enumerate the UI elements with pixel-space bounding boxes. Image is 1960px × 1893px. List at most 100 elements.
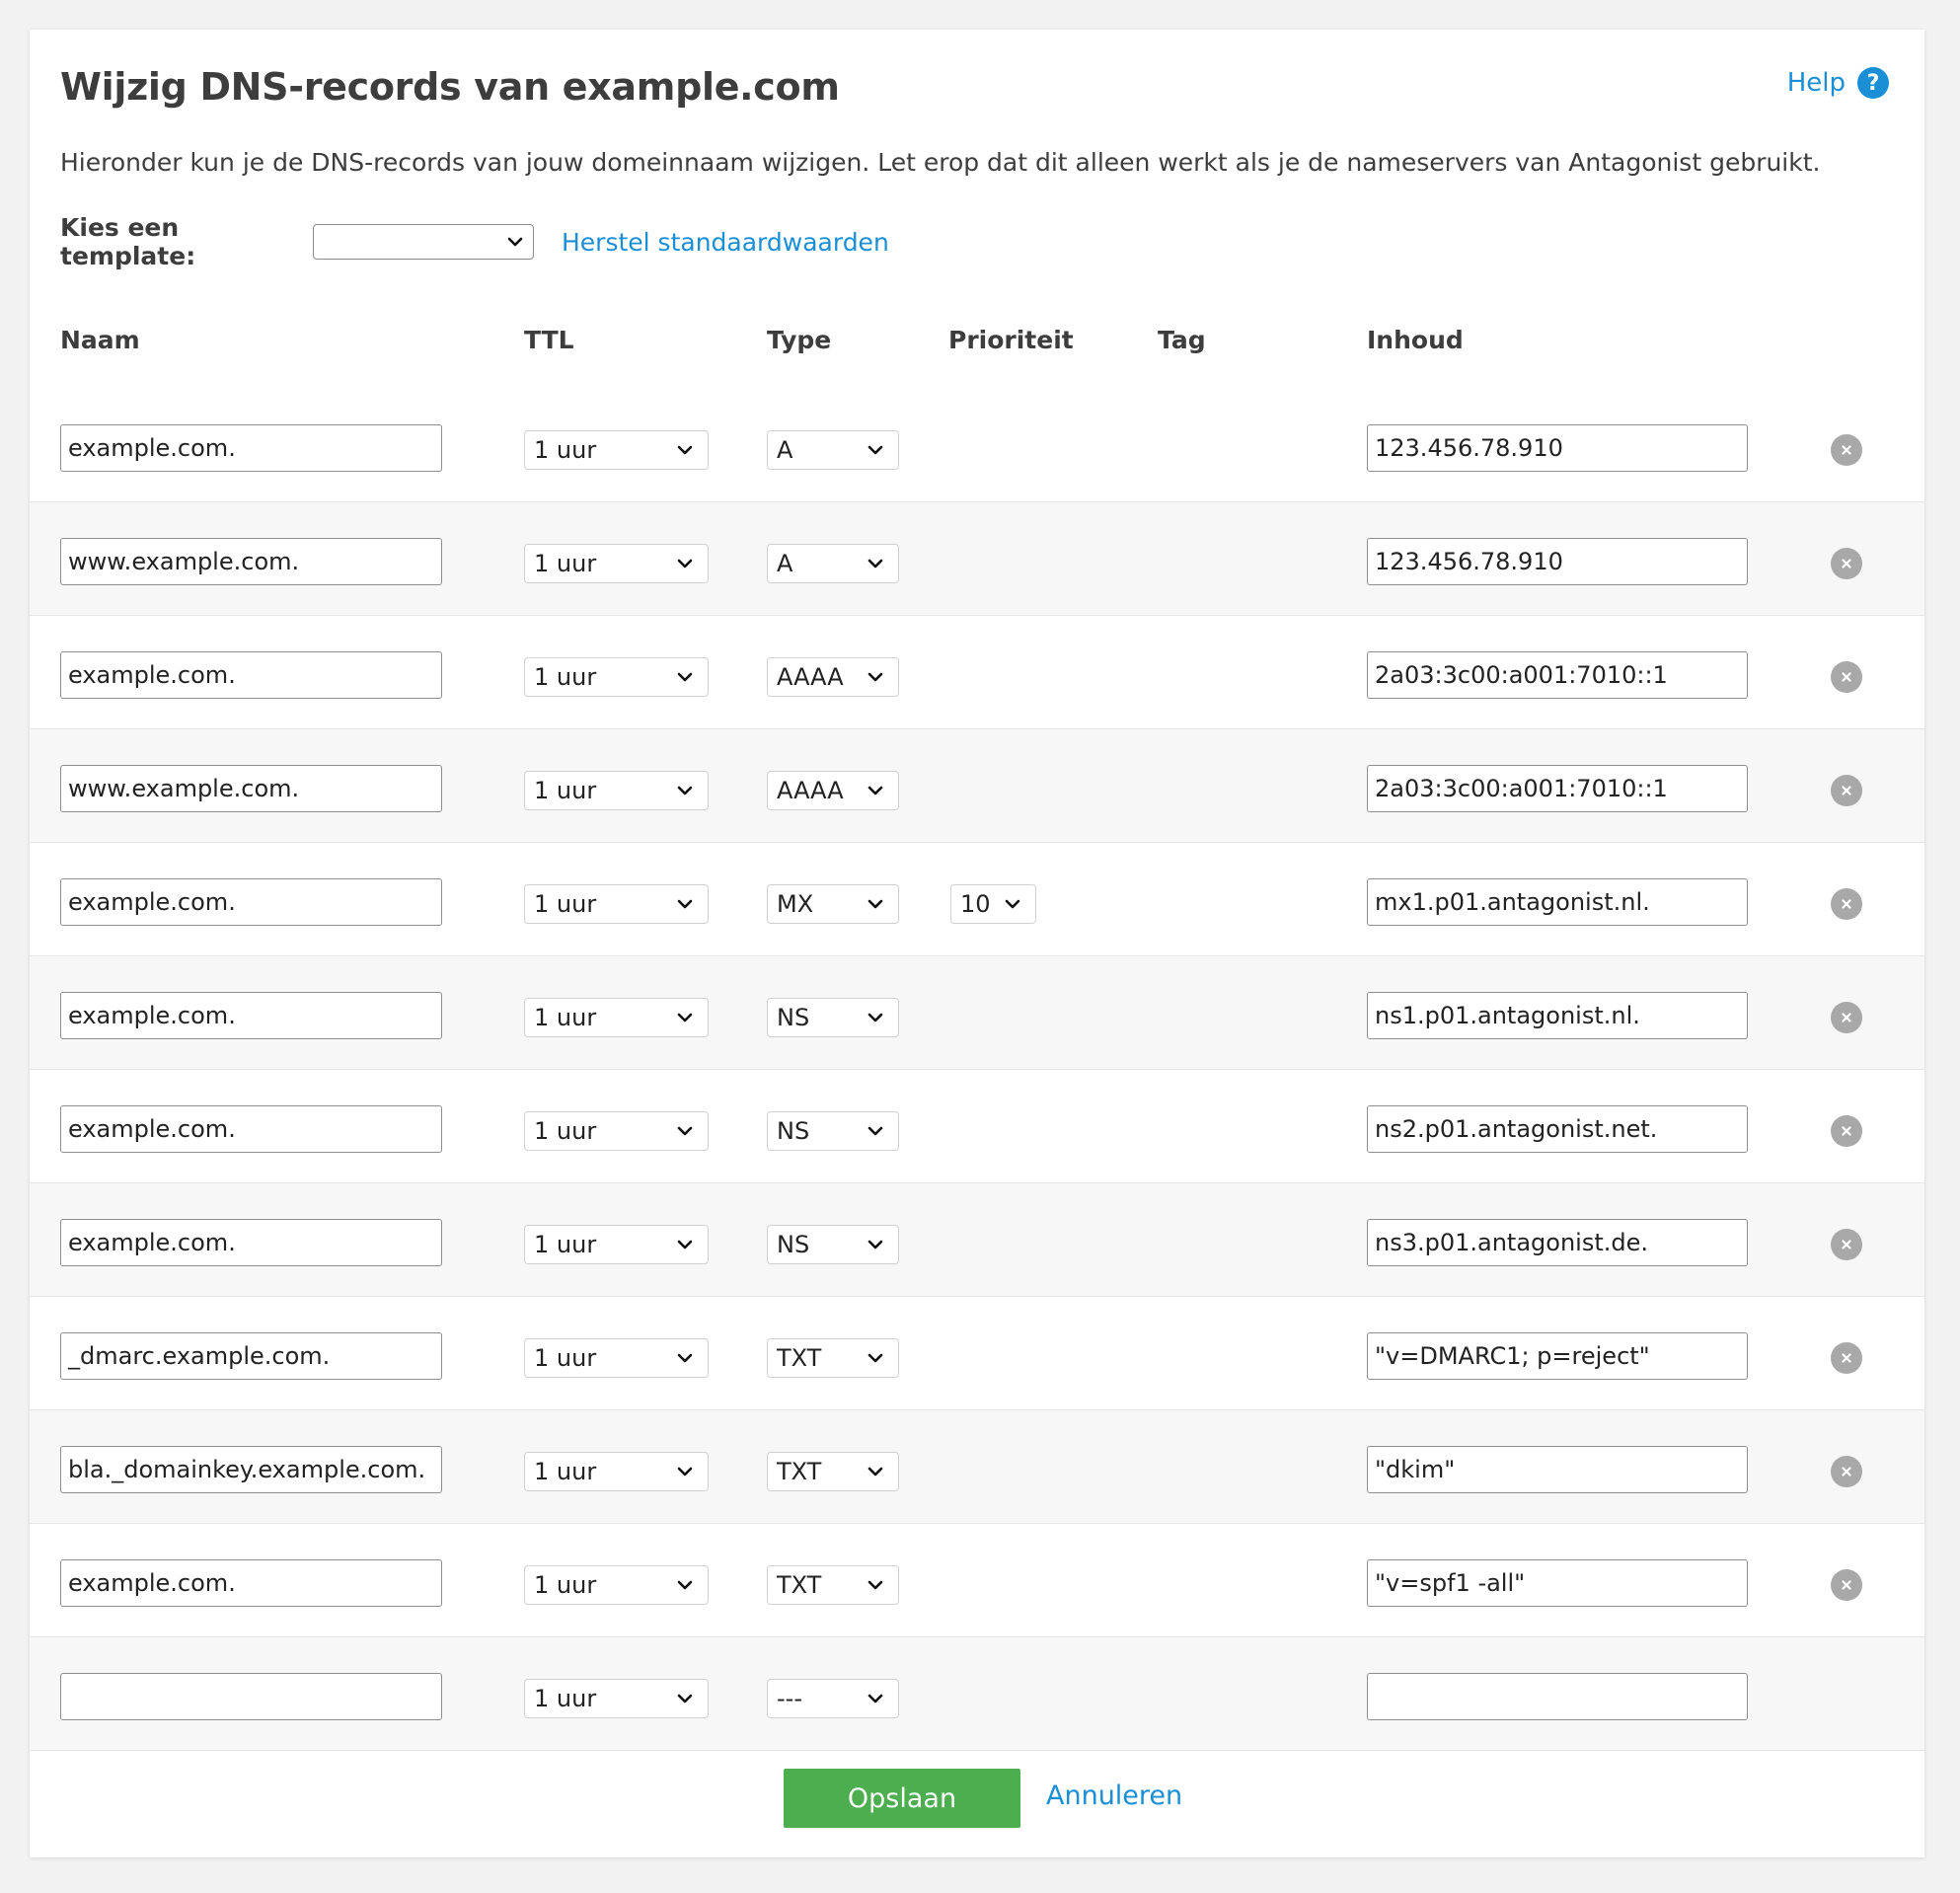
dns-record-row: example.com. 1 uur NS ns1.p01.antagonist.nl… bbox=[30, 956, 1924, 1070]
naam-value: example.com. bbox=[68, 1115, 236, 1143]
inhoud-input[interactable]: 2a03:3c00:a001:7010::1 bbox=[1367, 651, 1748, 699]
chevron-down-icon bbox=[677, 672, 693, 682]
naam-input[interactable]: example.com. bbox=[60, 992, 442, 1039]
help-label: Help bbox=[1786, 68, 1846, 98]
type-select[interactable]: NS bbox=[767, 998, 899, 1037]
ttl-select[interactable]: 1 uur bbox=[524, 430, 709, 470]
type-select[interactable]: NS bbox=[767, 1225, 899, 1264]
ttl-select[interactable]: 1 uur bbox=[524, 1338, 709, 1378]
naam-input[interactable]: _dmarc.example.com. bbox=[60, 1332, 442, 1380]
naam-value: example.com. bbox=[68, 1229, 236, 1256]
chevron-down-icon bbox=[867, 1467, 883, 1477]
naam-input[interactable]: www.example.com. bbox=[60, 765, 442, 812]
cancel-link[interactable]: Annuleren bbox=[1046, 1780, 1182, 1811]
ttl-select[interactable]: 1 uur bbox=[524, 1225, 709, 1264]
inhoud-input[interactable]: "dkim" bbox=[1367, 1446, 1748, 1493]
template-select[interactable] bbox=[313, 224, 534, 260]
dns-record-row: www.example.com. 1 uur AAAA 2a03:3c00:a001:… bbox=[30, 729, 1924, 843]
inhoud-input[interactable]: ns2.p01.antagonist.net. bbox=[1367, 1105, 1748, 1153]
naam-input[interactable]: example.com. bbox=[60, 651, 442, 699]
ttl-select[interactable]: 1 uur bbox=[524, 1679, 709, 1718]
ttl-value: 1 uur bbox=[534, 890, 597, 918]
inhoud-value: ns1.p01.antagonist.nl. bbox=[1375, 1002, 1640, 1029]
naam-input[interactable]: www.example.com. bbox=[60, 538, 442, 585]
type-value: NS bbox=[777, 1004, 810, 1031]
close-circle-icon[interactable] bbox=[1831, 775, 1862, 806]
type-select[interactable]: TXT bbox=[767, 1338, 899, 1378]
ttl-value: 1 uur bbox=[534, 1685, 597, 1712]
naam-input[interactable]: example.com. bbox=[60, 1219, 442, 1266]
inhoud-input[interactable]: 2a03:3c00:a001:7010::1 bbox=[1367, 765, 1748, 812]
close-x bbox=[1842, 1126, 1851, 1136]
naam-input[interactable]: example.com. bbox=[60, 878, 442, 926]
ttl-select[interactable]: 1 uur bbox=[524, 544, 709, 583]
close-x bbox=[1842, 1013, 1851, 1022]
close-circle-icon[interactable] bbox=[1831, 1342, 1862, 1374]
dns-editor-panel: Wijzig DNS-records van example.com Help … bbox=[30, 30, 1924, 1857]
save-button[interactable]: Opslaan bbox=[784, 1769, 1020, 1828]
naam-input[interactable] bbox=[60, 1673, 442, 1720]
ttl-select[interactable]: 1 uur bbox=[524, 884, 709, 924]
type-select[interactable]: --- bbox=[767, 1679, 899, 1718]
close-x bbox=[1842, 1353, 1851, 1363]
priority-value: 10 bbox=[960, 890, 991, 918]
inhoud-input[interactable] bbox=[1367, 1673, 1748, 1720]
close-x bbox=[1842, 559, 1851, 568]
ttl-select[interactable]: 1 uur bbox=[524, 1565, 709, 1605]
ttl-select[interactable]: 1 uur bbox=[524, 657, 709, 697]
inhoud-input[interactable]: 123.456.78.910 bbox=[1367, 538, 1748, 585]
naam-input[interactable]: example.com. bbox=[60, 1559, 442, 1607]
type-select[interactable]: NS bbox=[767, 1111, 899, 1151]
chevron-down-icon bbox=[677, 1126, 693, 1136]
close-circle-icon[interactable] bbox=[1831, 888, 1862, 920]
inhoud-input[interactable]: "v=DMARC1; p=reject" bbox=[1367, 1332, 1748, 1380]
chevron-down-icon bbox=[677, 1467, 693, 1477]
ttl-select[interactable]: 1 uur bbox=[524, 998, 709, 1037]
naam-input[interactable]: example.com. bbox=[60, 1105, 442, 1153]
close-circle-icon[interactable] bbox=[1831, 1456, 1862, 1487]
type-select[interactable]: A bbox=[767, 544, 899, 583]
naam-input[interactable]: example.com. bbox=[60, 424, 442, 472]
priority-select[interactable]: 10 bbox=[950, 884, 1036, 924]
chevron-down-icon bbox=[867, 899, 883, 909]
type-select[interactable]: AAAA bbox=[767, 657, 899, 697]
ttl-select[interactable]: 1 uur bbox=[524, 771, 709, 810]
chevron-down-icon bbox=[677, 1240, 693, 1249]
naam-input[interactable]: bla._domainkey.example.com. bbox=[60, 1446, 442, 1493]
close-circle-icon[interactable] bbox=[1831, 1115, 1862, 1147]
close-circle-icon[interactable] bbox=[1831, 1569, 1862, 1601]
close-circle-icon[interactable] bbox=[1831, 1229, 1862, 1260]
inhoud-value: 2a03:3c00:a001:7010::1 bbox=[1375, 661, 1668, 689]
dns-record-row: _dmarc.example.com. 1 uur TXT "v=DMARC1; p=… bbox=[30, 1297, 1924, 1410]
ttl-value: 1 uur bbox=[534, 1004, 597, 1031]
inhoud-input[interactable]: "v=spf1 -all" bbox=[1367, 1559, 1748, 1607]
type-select[interactable]: MX bbox=[767, 884, 899, 924]
help-link[interactable]: Help ? bbox=[1787, 67, 1889, 99]
ttl-value: 1 uur bbox=[534, 1231, 597, 1258]
chevron-down-icon bbox=[677, 786, 693, 795]
new-record-row: 1 uur --- bbox=[30, 1637, 1924, 1751]
close-circle-icon[interactable] bbox=[1831, 661, 1862, 693]
type-select[interactable]: TXT bbox=[767, 1452, 899, 1491]
ttl-value: 1 uur bbox=[534, 436, 597, 464]
type-select[interactable]: A bbox=[767, 430, 899, 470]
type-select[interactable]: AAAA bbox=[767, 771, 899, 810]
inhoud-input[interactable]: mx1.p01.antagonist.nl. bbox=[1367, 878, 1748, 926]
close-circle-icon[interactable] bbox=[1831, 434, 1862, 466]
inhoud-input[interactable]: ns3.p01.antagonist.de. bbox=[1367, 1219, 1748, 1266]
chevron-down-icon bbox=[867, 1580, 883, 1590]
restore-defaults-link[interactable]: Herstel standaardwaarden bbox=[562, 228, 889, 257]
dns-record-row: example.com. 1 uur NS ns3.p01.antagonist.de… bbox=[30, 1183, 1924, 1297]
inhoud-input[interactable]: 123.456.78.910 bbox=[1367, 424, 1748, 472]
ttl-select[interactable]: 1 uur bbox=[524, 1452, 709, 1491]
close-circle-icon[interactable] bbox=[1831, 548, 1862, 579]
type-select[interactable]: TXT bbox=[767, 1565, 899, 1605]
close-circle-icon[interactable] bbox=[1831, 1002, 1862, 1033]
close-x bbox=[1842, 445, 1851, 455]
inhoud-value: 123.456.78.910 bbox=[1375, 434, 1563, 462]
ttl-select[interactable]: 1 uur bbox=[524, 1111, 709, 1151]
dns-record-row: example.com. 1 uur TXT "v=spf1 -all" bbox=[30, 1524, 1924, 1637]
inhoud-value: 123.456.78.910 bbox=[1375, 548, 1563, 575]
chevron-down-icon bbox=[867, 559, 883, 568]
inhoud-input[interactable]: ns1.p01.antagonist.nl. bbox=[1367, 992, 1748, 1039]
